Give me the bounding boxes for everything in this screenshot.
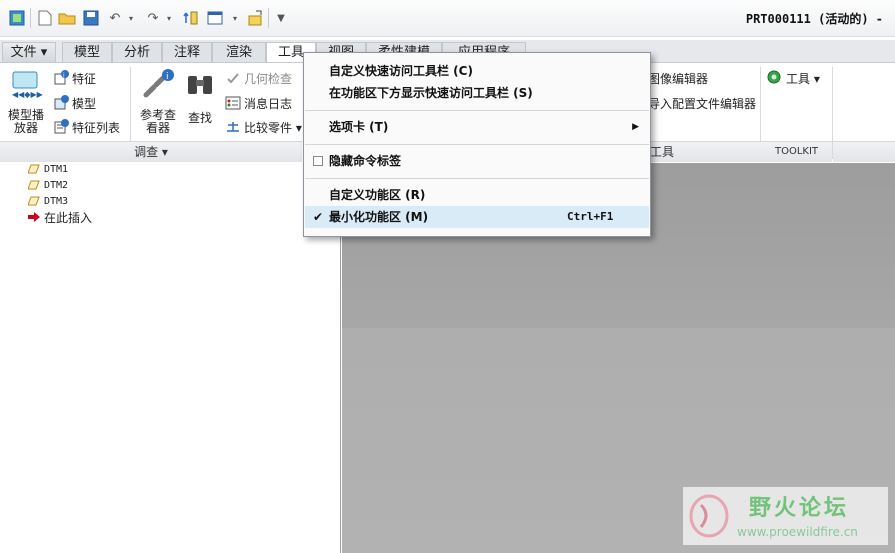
- menu-separator: [305, 144, 649, 145]
- model-player-button[interactable]: 模型播放器: [6, 109, 46, 135]
- windows-dropdown-icon[interactable]: ▾: [226, 9, 244, 27]
- app-icon[interactable]: [8, 9, 26, 27]
- customize-toolbar-icon[interactable]: ▼: [272, 9, 290, 27]
- watermark: 野火论坛 www.proewildfire.cn: [683, 487, 888, 545]
- window-title: PRT000111 (活动的) -: [745, 12, 883, 26]
- menu-item-customize-qat[interactable]: 自定义快速访问工具栏 (C): [305, 60, 649, 82]
- model-button[interactable]: 模型: [72, 95, 96, 112]
- svg-text:◀◀◆▶▶: ◀◀◆▶▶: [12, 90, 43, 98]
- save-icon[interactable]: [82, 9, 100, 27]
- menu-item-show-qat-below[interactable]: 在功能区下方显示快速访问工具栏 (S): [305, 82, 649, 104]
- menu-item-tabs[interactable]: 选项卡 (T) ▶: [305, 116, 649, 138]
- menu-item-hide-command-labels[interactable]: 隐藏命令标签: [305, 150, 649, 172]
- menu-separator: [305, 178, 649, 179]
- quick-access-toolbar: ↶ ▾ ↷ ▾ ▾ ▼ PRT000111 (活动的) -: [0, 0, 895, 37]
- reference-viewer-button[interactable]: 参考查看器: [138, 109, 178, 135]
- tab-model[interactable]: 模型: [62, 42, 112, 62]
- shortcut-label: Ctrl+F1: [567, 210, 614, 223]
- binoculars-icon: [184, 71, 216, 99]
- checkmark-icon: ✔: [313, 210, 324, 224]
- tab-analysis[interactable]: 分析: [112, 42, 162, 62]
- datum-plane-icon: [28, 180, 40, 190]
- insert-arrow-icon: [28, 212, 40, 222]
- reference-viewer-icon: i: [140, 67, 176, 101]
- model-tree: DTM1 DTM2 DTM3 在此插入: [0, 163, 341, 553]
- submenu-arrow-icon: ▶: [632, 122, 639, 132]
- tree-item-dtm3[interactable]: DTM3: [28, 193, 68, 209]
- datum-plane-icon: [28, 164, 40, 174]
- regenerate-icon[interactable]: [182, 9, 200, 27]
- svg-text:i: i: [166, 72, 169, 82]
- undo-dropdown-icon[interactable]: ▾: [122, 9, 140, 27]
- close-window-icon[interactable]: [246, 9, 264, 27]
- import-config-editor-button[interactable]: 导入配置文件编辑器: [648, 95, 756, 112]
- geometry-check-button[interactable]: 几何检查: [244, 70, 292, 87]
- open-icon[interactable]: [58, 9, 76, 27]
- image-editor-button[interactable]: 图像编辑器: [648, 70, 708, 87]
- compare-part-button[interactable]: 比较零件 ▾: [244, 119, 302, 136]
- feature-button[interactable]: 特征: [72, 70, 96, 87]
- watermark-title: 野火论坛: [749, 496, 850, 521]
- group-tool-label[interactable]: 工具: [648, 141, 762, 162]
- feature-list-icon: [52, 118, 70, 136]
- toolkit-tools-button[interactable]: 工具 ▾: [786, 70, 820, 87]
- tab-file[interactable]: 文件 ▾: [2, 42, 56, 62]
- group-empty: [833, 141, 895, 162]
- model-player-icon: ◀◀◆▶▶: [8, 69, 44, 99]
- find-button[interactable]: 查找: [188, 109, 212, 126]
- tree-item-dtm2[interactable]: DTM2: [28, 177, 68, 193]
- checkbox-icon[interactable]: [313, 156, 323, 166]
- watermark-url: www.proewildfire.cn: [737, 525, 858, 539]
- menu-item-customize-ribbon[interactable]: 自定义功能区 (R): [305, 184, 649, 206]
- ribbon-context-menu: 自定义快速访问工具栏 (C) 在功能区下方显示快速访问工具栏 (S) 选项卡 (…: [303, 52, 651, 237]
- model-info-icon: [52, 94, 70, 112]
- windows-icon[interactable]: [206, 9, 224, 27]
- message-log-button[interactable]: 消息日志: [244, 95, 292, 112]
- group-toolkit-label[interactable]: TOOLKIT: [761, 141, 832, 162]
- redo-dropdown-icon[interactable]: ▾: [160, 9, 178, 27]
- tree-item-dtm1[interactable]: DTM1: [28, 161, 68, 177]
- message-log-icon: [224, 94, 242, 112]
- geometry-check-icon: [224, 69, 242, 87]
- group-investigate-label[interactable]: 调查 ▾: [0, 141, 302, 162]
- new-icon[interactable]: [36, 9, 54, 27]
- toolkit-icon: [766, 69, 782, 85]
- menu-item-minimize-ribbon[interactable]: ✔ 最小化功能区 (M) Ctrl+F1: [305, 206, 649, 228]
- tab-annotate[interactable]: 注释: [162, 42, 212, 62]
- menu-separator: [305, 110, 649, 111]
- compare-part-icon: [224, 118, 242, 136]
- datum-plane-icon: [28, 196, 40, 206]
- feature-list-button[interactable]: 特征列表: [72, 119, 120, 136]
- watermark-logo-icon: [689, 494, 729, 538]
- tree-insert-here[interactable]: 在此插入: [28, 209, 92, 225]
- tab-render[interactable]: 渲染: [212, 42, 266, 62]
- feature-icon: i: [52, 69, 70, 87]
